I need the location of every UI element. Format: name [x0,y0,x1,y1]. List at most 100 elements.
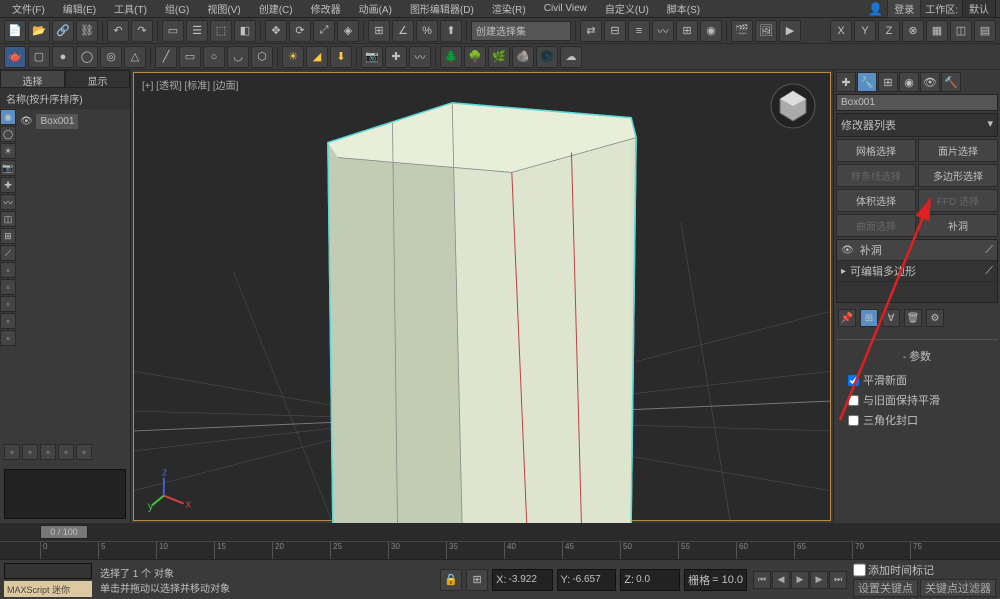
new-icon[interactable]: 📄 [4,20,26,42]
ref-coord-icon[interactable]: ◈ [337,20,359,42]
omni-icon[interactable]: ☀ [282,46,304,68]
schematic-icon[interactable]: ⊞ [676,20,698,42]
goto-end-icon[interactable]: ⏭ [829,571,847,589]
space-warp-icon[interactable]: 〰 [409,46,431,68]
warp-filter-icon[interactable]: 〰 [0,194,16,210]
grid-icon[interactable]: ▦ [926,20,948,42]
bone-filter-icon[interactable]: ⟋ [0,245,16,261]
x-field[interactable]: X: [492,569,552,591]
show-result-icon[interactable]: ⊞ [860,309,878,327]
unlink-icon[interactable]: ⛓ [76,20,98,42]
modify-tab-icon[interactable]: 🔧 [857,72,877,92]
lp-b3-icon[interactable]: ▫ [40,444,56,460]
time-slider-thumb[interactable]: 0 / 100 [40,525,88,539]
menu-file[interactable]: 文件(F) [4,0,53,17]
torus-icon[interactable]: ◎ [100,46,122,68]
stack-cap-holes[interactable]: 👁 补洞⟋ [837,240,997,261]
lock-icon[interactable]: 🔒 [440,569,462,591]
shape-filter-icon[interactable]: ◯ [0,126,16,142]
mesh-select-button[interactable]: 网格选择 [836,139,916,162]
select-icon[interactable]: ▭ [162,20,184,42]
angle-snap-icon[interactable]: ∠ [392,20,414,42]
arc-icon[interactable]: ◡ [227,46,249,68]
menu-render[interactable]: 渲染(R) [484,0,534,17]
render-setup-icon[interactable]: 🎬 [731,20,753,42]
link-icon[interactable]: 🔗 [52,20,74,42]
face-select-button[interactable]: 面片选择 [918,139,998,162]
remove-mod-icon[interactable]: 🗑 [904,309,922,327]
key-filter-button[interactable]: 关键点过滤器 [920,579,996,597]
play-icon[interactable]: ▶ [791,571,809,589]
selection-set-dropdown[interactable]: 创建选择集 [471,21,571,41]
utility-tab-icon[interactable]: 🔨 [941,72,961,92]
view-cube[interactable] [768,81,818,131]
f2-icon[interactable]: ▫ [0,279,16,295]
f3-icon[interactable]: ▫ [0,296,16,312]
grass-icon[interactable]: 🌿 [488,46,510,68]
menu-tools[interactable]: 工具(T) [106,0,155,17]
motion-tab-icon[interactable]: ◉ [899,72,919,92]
smooth-check[interactable]: 平滑新面 [840,370,994,390]
poly-select-button[interactable]: 多边形选择 [918,164,998,187]
menu-anim[interactable]: 动画(A) [351,0,400,17]
helper-filter-icon[interactable]: ✚ [0,177,16,193]
menu-modifier[interactable]: 修改器 [303,0,349,17]
abs-icon[interactable]: ⊞ [466,569,488,591]
stack-edit-poly[interactable]: ▸ 可编辑多边形⟋ [837,261,997,282]
display-tab-icon[interactable]: 👁 [920,72,940,92]
cone-icon[interactable]: △ [124,46,146,68]
scale-icon[interactable]: ⤢ [313,20,335,42]
params-title[interactable]: - 参数 [840,346,994,366]
xref-filter-icon[interactable]: ⊞ [0,228,16,244]
render-icon[interactable]: ▶ [779,20,801,42]
create-tab-icon[interactable]: ✚ [836,72,856,92]
render-frame-icon[interactable]: 🖼 [755,20,777,42]
lp-b2-icon[interactable]: ▫ [22,444,38,460]
line-icon[interactable]: ╱ [155,46,177,68]
layer-icon[interactable]: ≡ [628,20,650,42]
list-item[interactable]: Box001 [36,114,78,129]
object-name-field[interactable]: Box001 [836,94,998,111]
modifier-list-dropdown[interactable]: 修改器列表▾ [836,113,998,137]
menu-edit[interactable]: 编辑(E) [55,0,104,17]
align-icon[interactable]: ⊟ [604,20,626,42]
camera-icon[interactable]: 📷 [361,46,383,68]
time-ruler[interactable]: 051015202530354045505560657075 [0,541,1000,559]
open-icon[interactable]: 📂 [28,20,50,42]
vp-icon[interactable]: ▤ [974,20,996,42]
percent-snap-icon[interactable]: % [416,20,438,42]
spot-icon[interactable]: ◢ [306,46,328,68]
select-win-icon[interactable]: ◧ [234,20,256,42]
menu-civil[interactable]: Civil View [536,2,595,15]
lp-b4-icon[interactable]: ▫ [58,444,74,460]
redo-icon[interactable]: ↷ [131,20,153,42]
spinner-snap-icon[interactable]: ⬆ [440,20,462,42]
tree1-icon[interactable]: 🌲 [440,46,462,68]
x-icon[interactable]: X [830,20,852,42]
maxscript-label[interactable]: MAXScript 迷你 [4,581,92,597]
mirror-icon[interactable]: ⇄ [580,20,602,42]
tree2-icon[interactable]: 🌳 [464,46,486,68]
lp-b5-icon[interactable]: ▫ [76,444,92,460]
f5-icon[interactable]: ▫ [0,330,16,346]
undo-icon[interactable]: ↶ [107,20,129,42]
ngon-icon[interactable]: ⬡ [251,46,273,68]
rock-icon[interactable]: 🪨 [512,46,534,68]
menu-graph[interactable]: 图形编辑器(D) [402,0,482,17]
curve-editor-icon[interactable]: 〰 [652,20,674,42]
geom-filter-icon[interactable]: ◉ [0,109,16,125]
tab-display[interactable]: 显示 [65,70,130,88]
safe-icon[interactable]: ◫ [950,20,972,42]
configure-icon[interactable]: ⚙ [926,309,944,327]
triangulate-check[interactable]: 三角化封口 [840,410,994,430]
f4-icon[interactable]: ▫ [0,313,16,329]
lp-b1-icon[interactable]: ▫ [4,444,20,460]
group-filter-icon[interactable]: ◫ [0,211,16,227]
y-icon[interactable]: Y [854,20,876,42]
menu-script[interactable]: 脚本(S) [659,0,708,17]
make-unique-icon[interactable]: ∀ [882,309,900,327]
z-icon[interactable]: Z [878,20,900,42]
scene-list[interactable]: 👁 Box001 [16,109,130,347]
material-icon[interactable]: ◉ [700,20,722,42]
pin-stack-icon[interactable]: 📌 [838,309,856,327]
